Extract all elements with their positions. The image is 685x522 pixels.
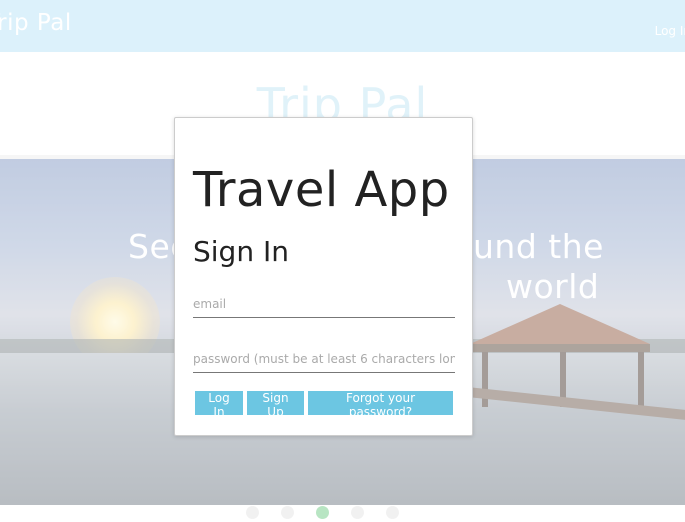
modal-title: Travel App [193, 162, 450, 218]
email-field[interactable] [193, 291, 455, 318]
signup-button[interactable]: Sign Up [247, 391, 304, 419]
modal-subtitle: Sign In [193, 235, 289, 268]
sign-in-modal: Travel App Sign In Log In Sign Up Forgot… [174, 117, 473, 436]
login-button[interactable]: Log In [195, 391, 243, 419]
password-field[interactable] [193, 346, 455, 373]
forgot-password-button[interactable]: Forgot your password? [308, 391, 453, 419]
